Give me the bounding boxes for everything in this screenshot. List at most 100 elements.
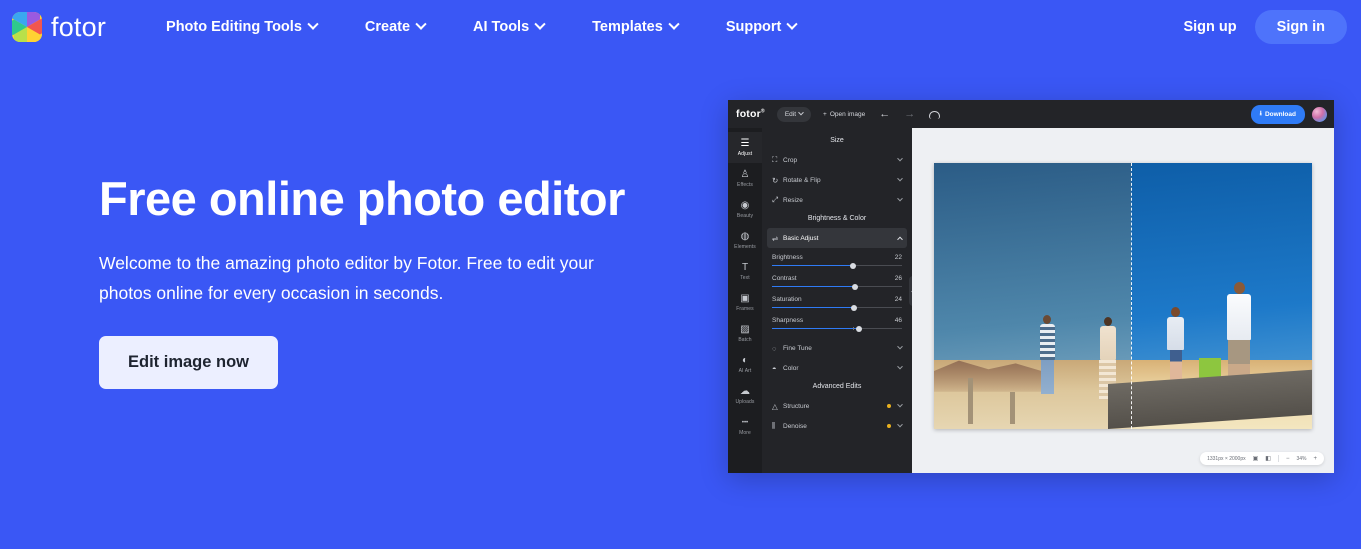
editor-logo: fotor® bbox=[736, 108, 765, 120]
zoom-out-button[interactable]: − bbox=[1286, 456, 1290, 462]
panel-row-crop[interactable]: ⛶ Crop bbox=[762, 150, 912, 170]
editor-open-image-button[interactable]: + Open image bbox=[823, 111, 865, 118]
panel-row-resize[interactable]: ⤢ Resize bbox=[762, 190, 912, 210]
sidebar-item-effects[interactable]: ♙ Effects bbox=[728, 163, 762, 194]
sidebar-item-frames[interactable]: ▣ Frames bbox=[728, 287, 762, 318]
person-figure bbox=[1032, 315, 1062, 395]
sidebar-item-ai-art[interactable]: ◐ AI Art bbox=[728, 349, 762, 380]
resize-icon: ⤢ bbox=[772, 195, 778, 204]
top-navbar: fotor Photo Editing Tools Create AI Tool… bbox=[0, 0, 1361, 54]
nav-item-photo-editing-tools[interactable]: Photo Editing Tools bbox=[142, 18, 341, 35]
fit-screen-icon[interactable]: ▣ bbox=[1253, 455, 1259, 462]
panel-row-denoise[interactable]: ⫼ Denoise bbox=[762, 416, 912, 436]
nav-links: Photo Editing Tools Create AI Tools Temp… bbox=[142, 18, 821, 35]
sliders-icon: ⇌ bbox=[772, 233, 779, 243]
nav-item-templates[interactable]: Templates bbox=[568, 18, 702, 35]
sidebar-item-adjust[interactable]: ☰ Adjust bbox=[728, 132, 762, 163]
chevron-down-icon bbox=[534, 18, 546, 30]
color-icon: ◓ bbox=[772, 363, 777, 373]
slider-track[interactable] bbox=[772, 262, 902, 269]
zoom-level: 34% bbox=[1296, 455, 1307, 462]
slider-handle[interactable] bbox=[852, 283, 859, 290]
pro-badge-dot bbox=[887, 404, 891, 408]
sidebar-item-more[interactable]: ••• More bbox=[728, 411, 762, 442]
sidebar-item-batch[interactable]: ▨ Batch bbox=[728, 318, 762, 349]
sign-up-button[interactable]: Sign up bbox=[1169, 11, 1250, 43]
nav-item-support[interactable]: Support bbox=[702, 18, 821, 35]
page-title: Free online photo editor bbox=[99, 172, 625, 225]
nav-label: Support bbox=[725, 19, 782, 35]
adjust-panel: Size ⛶ Crop ↻ Rotate & Flip ⤢ Resize Bri… bbox=[762, 128, 918, 473]
editor-history-controls: ← → bbox=[879, 108, 941, 120]
chevron-down-icon bbox=[307, 18, 319, 30]
compare-icon[interactable]: ◧ bbox=[1265, 455, 1271, 462]
slider-handle[interactable] bbox=[849, 262, 856, 269]
slider-track[interactable] bbox=[772, 304, 902, 311]
image-dimensions: 1331px × 2000px bbox=[1207, 455, 1246, 462]
panel-row-basic-adjust[interactable]: ⇌ Basic Adjust bbox=[767, 228, 907, 248]
panel-row-color[interactable]: ◓ Color bbox=[762, 358, 912, 378]
download-button[interactable]: ⭳ Download bbox=[1250, 104, 1305, 124]
slider-track[interactable] bbox=[772, 283, 902, 290]
structure-icon: △ bbox=[772, 401, 778, 411]
nav-item-create[interactable]: Create bbox=[341, 18, 449, 35]
panel-heading-advanced-edits: Advanced Edits bbox=[812, 383, 862, 390]
hero-subtitle: Welcome to the amazing photo editor by F… bbox=[99, 252, 594, 303]
slider-sharpness[interactable]: Sharpness 46 bbox=[772, 317, 902, 332]
panel-row-fine-tune[interactable]: ◌ Fine Tune bbox=[762, 338, 912, 358]
slider-saturation[interactable]: Saturation 24 bbox=[772, 296, 902, 311]
slider-handle[interactable] bbox=[850, 304, 857, 311]
effects-icon: ♙ bbox=[740, 169, 750, 180]
nav-item-ai-tools[interactable]: AI Tools bbox=[449, 18, 568, 35]
editor-toolbar-right: ⭳ Download bbox=[1250, 100, 1327, 128]
chevron-down-icon bbox=[897, 155, 903, 162]
batch-icon: ▨ bbox=[740, 324, 750, 335]
brand-logo[interactable]: fotor bbox=[12, 12, 106, 43]
editor-canvas: 1331px × 2000px ▣ ◧ − 34% + bbox=[912, 128, 1334, 473]
uploads-icon: ☁ bbox=[740, 386, 750, 397]
editor-toolbar: fotor® Edit + Open image ← → ⭳ Download bbox=[728, 100, 1334, 128]
forward-arrow-icon[interactable]: → bbox=[904, 108, 915, 120]
editor-sidebar: ☰ Adjust ♙ Effects ◉ Beauty ◍ Elements T bbox=[728, 128, 762, 473]
slider-brightness[interactable]: Brightness 22 bbox=[772, 254, 902, 269]
pro-badge-dot bbox=[887, 424, 891, 428]
chevron-down-icon bbox=[668, 18, 680, 30]
before-after-divider[interactable] bbox=[1130, 163, 1132, 429]
chevron-down-icon bbox=[798, 109, 804, 116]
hero-section: Free online photo editor Welcome to the … bbox=[99, 172, 699, 389]
avatar[interactable] bbox=[1312, 106, 1327, 122]
denoise-icon: ⫼ bbox=[772, 421, 776, 430]
chevron-down-icon bbox=[897, 195, 903, 202]
chevron-down-icon bbox=[897, 175, 903, 182]
editor-preview: fotor® Edit + Open image ← → ⭳ Download bbox=[728, 100, 1334, 473]
panel-heading-brightness-color: Brightness & Color bbox=[807, 215, 867, 222]
elements-icon: ◍ bbox=[740, 231, 750, 242]
edit-image-now-button[interactable]: Edit image now bbox=[99, 335, 279, 389]
fotor-pinwheel-logo-icon bbox=[12, 12, 42, 42]
sign-in-button[interactable]: Sign in bbox=[1254, 10, 1347, 44]
sidebar-item-text[interactable]: T Text bbox=[728, 256, 762, 287]
nav-label: Photo Editing Tools bbox=[166, 19, 302, 35]
basic-adjust-sliders: Brightness 22 Contrast 26 Saturation 24 … bbox=[762, 248, 912, 332]
beauty-icon: ◉ bbox=[740, 200, 750, 211]
slider-track[interactable] bbox=[772, 325, 902, 332]
nav-label: Templates bbox=[592, 19, 663, 35]
editor-edit-menu[interactable]: Edit bbox=[776, 106, 812, 122]
ai-art-icon: ◐ bbox=[741, 355, 749, 366]
panel-heading-size: Size bbox=[830, 137, 844, 144]
panel-row-rotate-flip[interactable]: ↻ Rotate & Flip bbox=[762, 170, 912, 190]
slider-handle[interactable] bbox=[856, 325, 863, 332]
slider-contrast[interactable]: Contrast 26 bbox=[772, 275, 902, 290]
zoom-in-button[interactable]: + bbox=[1313, 456, 1317, 462]
crop-icon: ⛶ bbox=[772, 155, 778, 164]
canvas-status-bar: 1331px × 2000px ▣ ◧ − 34% + bbox=[1200, 452, 1324, 465]
cloud-save-icon[interactable] bbox=[929, 110, 941, 119]
sidebar-item-elements[interactable]: ◍ Elements bbox=[728, 225, 762, 256]
auth-actions: Sign up Sign in bbox=[1169, 0, 1347, 54]
panel-row-structure[interactable]: △ Structure bbox=[762, 396, 912, 416]
sidebar-item-beauty[interactable]: ◉ Beauty bbox=[728, 194, 762, 225]
wooden-post bbox=[1009, 391, 1015, 424]
sidebar-item-uploads[interactable]: ☁ Uploads bbox=[728, 380, 762, 411]
photo-preview[interactable] bbox=[934, 163, 1312, 429]
back-arrow-icon[interactable]: ← bbox=[879, 108, 890, 120]
